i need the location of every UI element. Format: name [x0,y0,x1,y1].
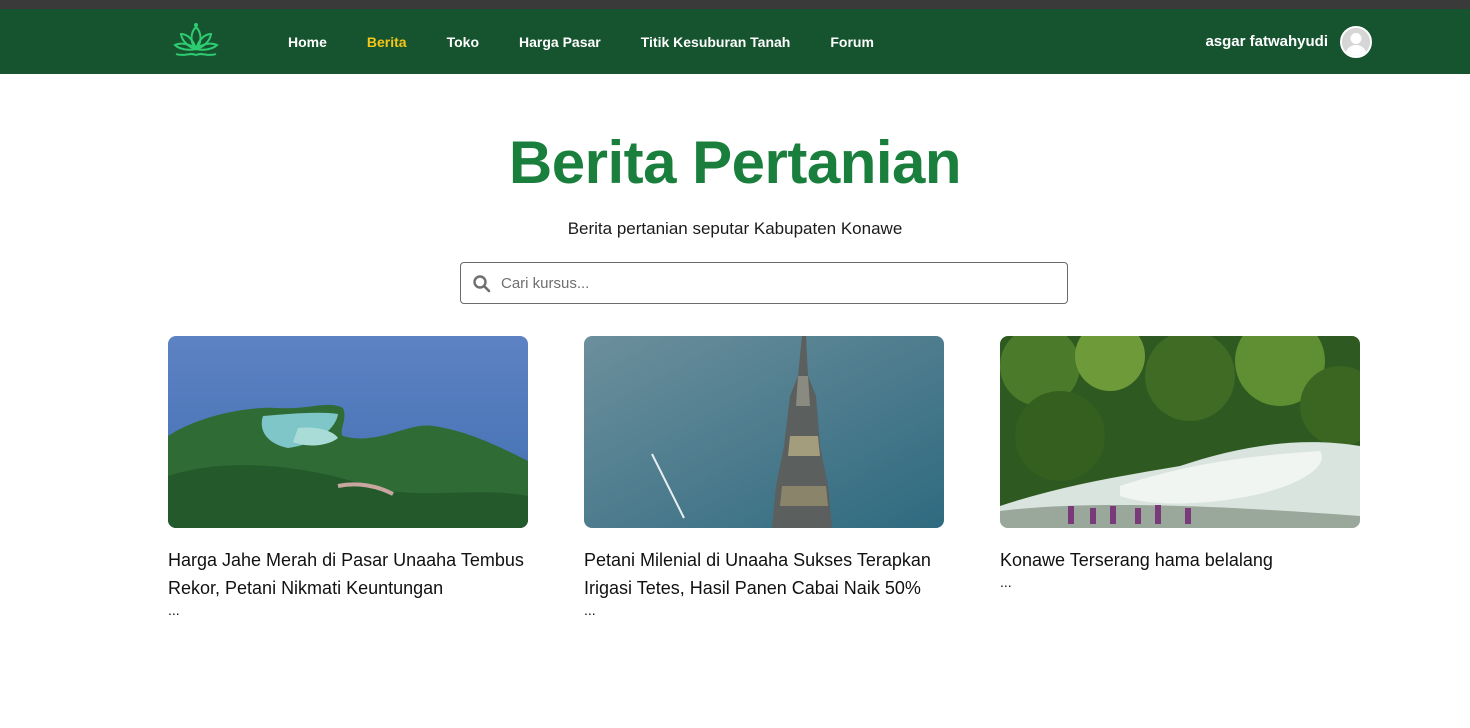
nav-link-toko[interactable]: Toko [447,34,479,50]
nav-link-forum[interactable]: Forum [830,34,874,50]
lotus-logo-icon[interactable] [170,21,222,63]
window-top-strip [0,0,1470,9]
nav-link-titik-kesuburan-tanah[interactable]: Titik Kesuburan Tanah [641,34,791,50]
article-excerpt: ... [1000,574,1012,590]
article-thumbnail-coast-image[interactable] [168,336,528,528]
article-title[interactable]: Petani Milenial di Unaaha Sukses Terapka… [584,546,944,602]
search-box[interactable] [460,262,1068,304]
article-card[interactable]: Konawe Terserang hama belalang ... [1000,336,1360,618]
nav-link-harga-pasar[interactable]: Harga Pasar [519,34,601,50]
article-title[interactable]: Konawe Terserang hama belalang [1000,546,1360,574]
nav-link-berita[interactable]: Berita [367,34,407,50]
article-excerpt: ... [168,602,180,618]
article-thumbnail-waterfall-image[interactable] [1000,336,1360,528]
article-list: Harga Jahe Merah di Pasar Unaaha Tembus … [168,336,1360,618]
search-input[interactable] [501,263,1061,303]
avatar[interactable] [1340,25,1372,58]
page-title: Berita Pertanian [508,129,962,196]
hero-section: Berita Pertanian Berita pertanian seputa… [0,129,1470,240]
navbar: Home Berita Toko Harga Pasar Titik Kesub… [0,9,1470,74]
user-menu[interactable]: asgar fatwahyudi [1205,9,1372,74]
article-card[interactable]: Petani Milenial di Unaaha Sukses Terapka… [584,336,944,618]
article-excerpt: ... [584,602,596,618]
search-icon [473,275,491,293]
article-card[interactable]: Harga Jahe Merah di Pasar Unaaha Tembus … [168,336,528,618]
user-name[interactable]: asgar fatwahyudi [1205,33,1328,50]
page-subtitle: Berita pertanian seputar Kabupaten Konaw… [567,219,903,238]
article-thumbnail-tower-image[interactable] [584,336,944,528]
nav-link-home[interactable]: Home [288,34,327,50]
main-nav: Home Berita Toko Harga Pasar Titik Kesub… [288,9,914,74]
user-avatar-icon [1342,27,1370,56]
article-title[interactable]: Harga Jahe Merah di Pasar Unaaha Tembus … [168,546,528,602]
